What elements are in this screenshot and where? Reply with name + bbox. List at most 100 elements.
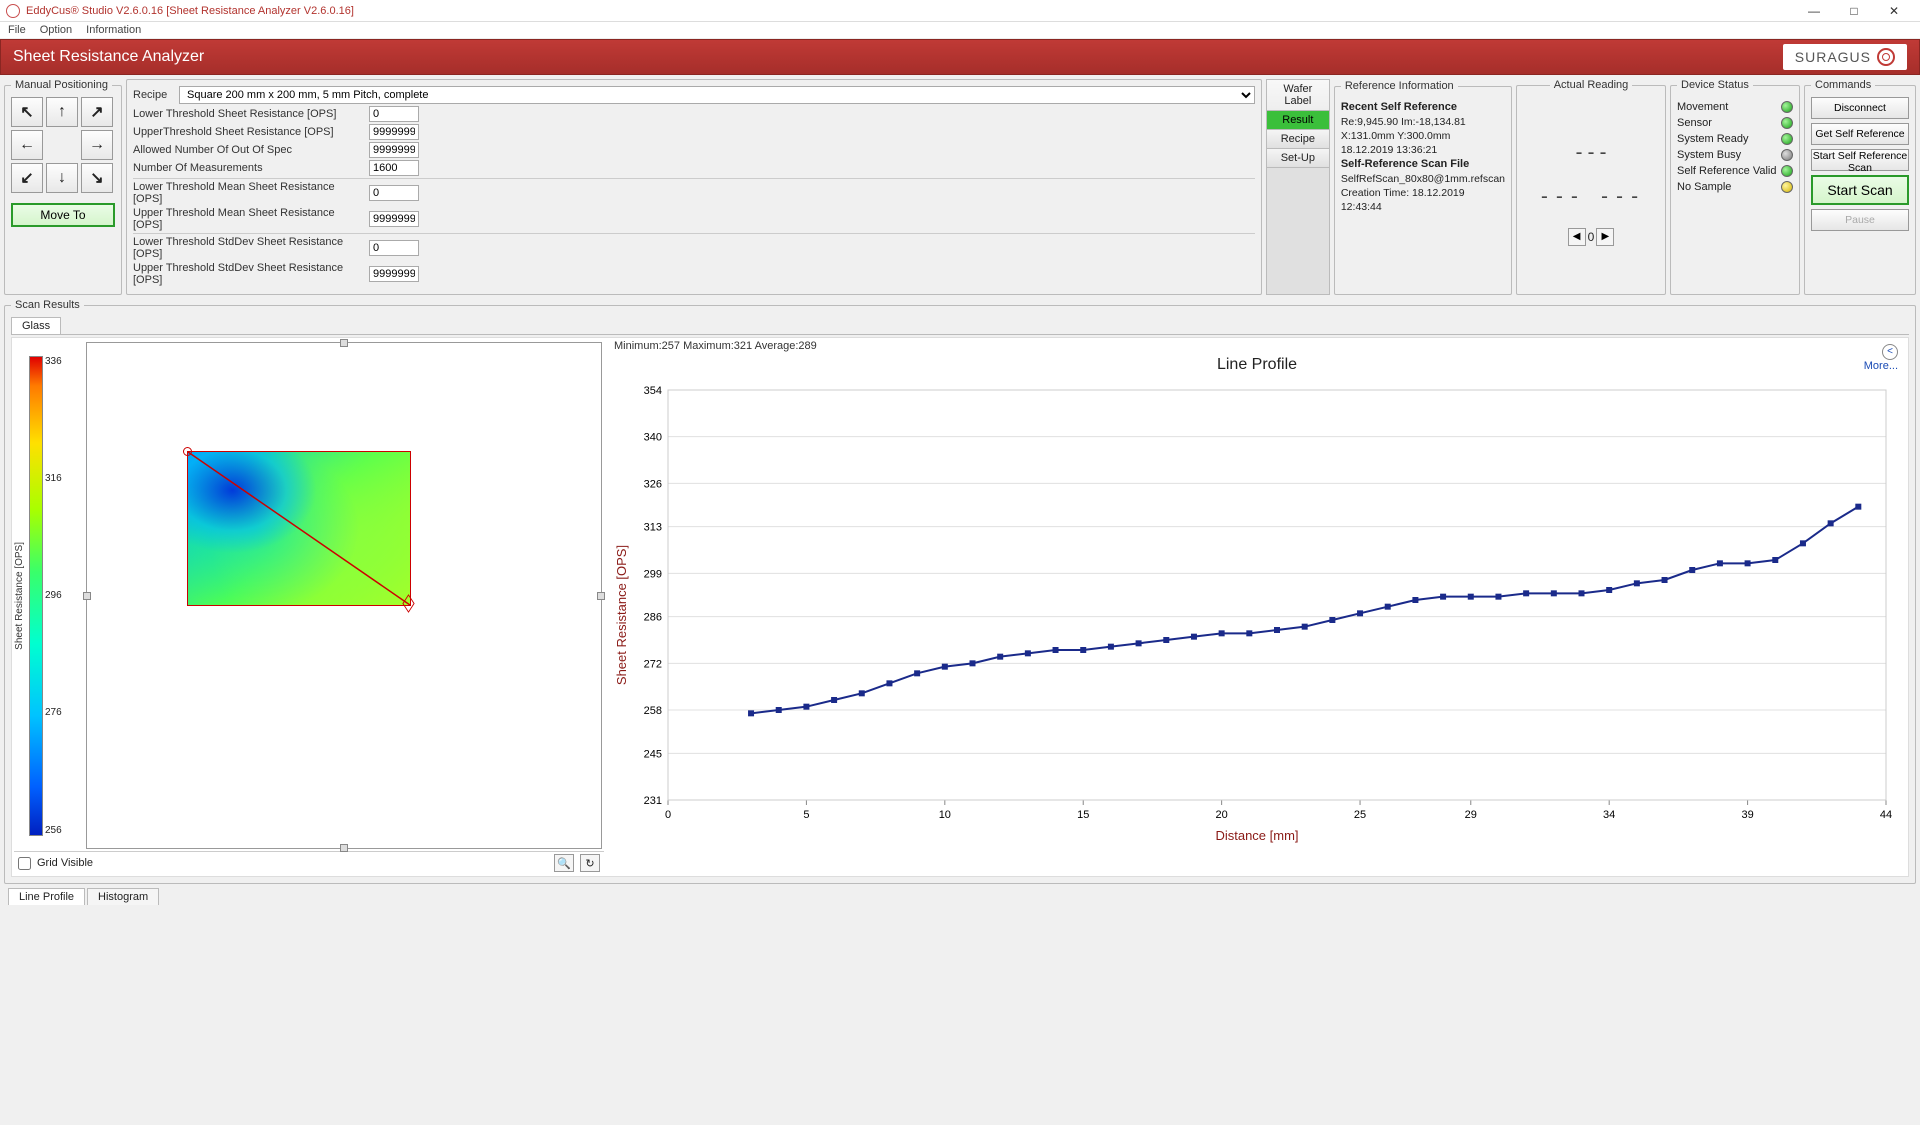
ref-l1: Re:9,945.90 Im:-18,134.81 bbox=[1341, 116, 1466, 128]
recipe-row-value[interactable] bbox=[369, 106, 419, 122]
device-status-label: Self Reference Valid bbox=[1677, 165, 1776, 177]
move-s-button[interactable]: ↓ bbox=[46, 163, 78, 193]
svg-text:354: 354 bbox=[644, 385, 662, 397]
recipe-row-label: Number Of Measurements bbox=[133, 162, 363, 174]
move-e-button[interactable]: → bbox=[81, 130, 113, 160]
recipe-row-label: Upper Threshold Mean Sheet Resistance [O… bbox=[133, 207, 363, 231]
device-status-label: System Ready bbox=[1677, 133, 1749, 145]
recipe-select[interactable]: Square 200 mm x 200 mm, 5 mm Pitch, comp… bbox=[179, 86, 1255, 104]
wafer-tabs: Wafer Label Result Recipe Set-Up bbox=[1266, 79, 1330, 295]
more-icon: < bbox=[1882, 344, 1898, 360]
get-self-reference-button[interactable]: Get Self Reference bbox=[1811, 123, 1909, 145]
svg-text:245: 245 bbox=[644, 748, 662, 760]
actual-legend: Actual Reading bbox=[1550, 79, 1633, 91]
stats-line: Minimum:257 Maximum:321 Average:289 bbox=[614, 340, 1906, 352]
profile-start-marker-icon[interactable] bbox=[183, 447, 192, 456]
tab-line-profile[interactable]: Line Profile bbox=[8, 888, 85, 905]
grid-visible-checkbox[interactable] bbox=[18, 857, 31, 870]
recipe-row-label: Lower Threshold Mean Sheet Resistance [O… bbox=[133, 181, 363, 205]
tab-glass[interactable]: Glass bbox=[11, 317, 61, 334]
recipe-row-value[interactable] bbox=[369, 185, 419, 201]
commands-legend: Commands bbox=[1811, 79, 1875, 91]
scan-results-legend: Scan Results bbox=[11, 299, 84, 311]
heatmap-image bbox=[187, 451, 411, 606]
recipe-row-label: Allowed Number Of Out Of Spec bbox=[133, 144, 363, 156]
recipe-row-value[interactable] bbox=[369, 160, 419, 176]
heatmap-plot[interactable] bbox=[86, 342, 602, 849]
svg-text:44: 44 bbox=[1880, 809, 1892, 821]
device-status-label: No Sample bbox=[1677, 181, 1731, 193]
svg-text:39: 39 bbox=[1741, 809, 1753, 821]
actual-reading-group: Actual Reading --- --- --- ◀ 0 ▶ bbox=[1516, 79, 1666, 295]
recipe-row-value[interactable] bbox=[369, 142, 419, 158]
svg-text:15: 15 bbox=[1077, 809, 1089, 821]
app-icon bbox=[6, 4, 20, 18]
wafer-tab-setup[interactable]: Set-Up bbox=[1267, 149, 1329, 168]
wafer-tab-recipe[interactable]: Recipe bbox=[1267, 130, 1329, 149]
tab-histogram[interactable]: Histogram bbox=[87, 888, 159, 905]
svg-text:286: 286 bbox=[644, 612, 662, 624]
more-label: More... bbox=[1864, 360, 1898, 372]
maximize-button[interactable]: □ bbox=[1834, 1, 1874, 21]
step-next-button[interactable]: ▶ bbox=[1596, 228, 1614, 246]
app-banner: Sheet Resistance Analyzer SURAGUS bbox=[0, 39, 1920, 75]
plot-handle-left[interactable] bbox=[83, 592, 91, 600]
ref-l2: X:131.0mm Y:300.0mm bbox=[1341, 130, 1451, 142]
line-profile-chart[interactable]: 2312452582722862993133263403540510152025… bbox=[608, 380, 1906, 850]
recipe-row-value[interactable] bbox=[369, 124, 419, 140]
status-led-icon bbox=[1781, 149, 1793, 161]
device-status-group: Device Status MovementSensorSystem Ready… bbox=[1670, 79, 1800, 295]
svg-text:29: 29 bbox=[1465, 809, 1477, 821]
recipe-row-value[interactable] bbox=[369, 211, 419, 227]
recipe-row-value[interactable] bbox=[369, 240, 419, 256]
move-n-button[interactable]: ↑ bbox=[46, 97, 78, 127]
move-se-button[interactable]: ↘ bbox=[81, 163, 113, 193]
line-profile-pane: Minimum:257 Maximum:321 Average:289 < Mo… bbox=[608, 340, 1906, 874]
svg-text:5: 5 bbox=[803, 809, 809, 821]
refresh-icon[interactable]: ↻ bbox=[580, 854, 600, 872]
window-title: EddyCus® Studio V2.6.0.16 [Sheet Resista… bbox=[26, 5, 1794, 17]
colorbar-tick: 276 bbox=[45, 707, 62, 718]
more-link[interactable]: < More... bbox=[1864, 344, 1898, 372]
move-sw-button[interactable]: ↙ bbox=[11, 163, 43, 193]
svg-text:299: 299 bbox=[644, 568, 662, 580]
move-ne-button[interactable]: ↗ bbox=[81, 97, 113, 127]
zoom-icon[interactable]: 🔍 bbox=[554, 854, 574, 872]
plot-handle-bottom[interactable] bbox=[340, 844, 348, 852]
chart-title: Line Profile bbox=[608, 356, 1906, 374]
svg-text:0: 0 bbox=[665, 809, 671, 821]
reference-info-group: Reference Information Recent Self Refere… bbox=[1334, 79, 1512, 295]
manual-positioning-group: Manual Positioning ↖ ↑ ↗ ← → ↙ ↓ ↘ Move … bbox=[4, 79, 122, 295]
move-nw-button[interactable]: ↖ bbox=[11, 97, 43, 127]
recipe-row-value[interactable] bbox=[369, 266, 419, 282]
svg-text:10: 10 bbox=[939, 809, 951, 821]
plot-handle-right[interactable] bbox=[597, 592, 605, 600]
recipe-row-label: UpperThreshold Sheet Resistance [OPS] bbox=[133, 126, 363, 138]
wafer-tab-result[interactable]: Result bbox=[1267, 111, 1329, 130]
colorbar bbox=[29, 356, 43, 836]
colorbar-axis-label: Sheet Resistance [OPS] bbox=[14, 542, 25, 650]
ref-l5: Creation Time: 18.12.2019 12:43:44 bbox=[1341, 187, 1465, 213]
menu-file[interactable]: File bbox=[8, 24, 26, 36]
move-to-button[interactable]: Move To bbox=[11, 203, 115, 227]
colorbar-tick: 316 bbox=[45, 473, 62, 484]
profile-line[interactable] bbox=[188, 452, 410, 605]
step-prev-button[interactable]: ◀ bbox=[1568, 228, 1586, 246]
menu-information[interactable]: Information bbox=[86, 24, 141, 36]
start-self-reference-scan-button[interactable]: Start Self Reference Scan bbox=[1811, 149, 1909, 171]
move-w-button[interactable]: ← bbox=[11, 130, 43, 160]
colorbar-tick: 256 bbox=[45, 825, 62, 836]
status-led-icon bbox=[1781, 133, 1793, 145]
device-status-label: Movement bbox=[1677, 101, 1728, 113]
start-scan-button[interactable]: Start Scan bbox=[1811, 175, 1909, 205]
ref-h1: Recent Self Reference bbox=[1341, 101, 1457, 113]
disconnect-button[interactable]: Disconnect bbox=[1811, 97, 1909, 119]
banner-title: Sheet Resistance Analyzer bbox=[13, 48, 204, 66]
pause-button[interactable]: Pause bbox=[1811, 209, 1909, 231]
wafer-label-header: Wafer Label bbox=[1267, 80, 1329, 111]
close-button[interactable]: ✕ bbox=[1874, 1, 1914, 21]
menu-option[interactable]: Option bbox=[40, 24, 72, 36]
minimize-button[interactable]: — bbox=[1794, 1, 1834, 21]
plot-handle-top[interactable] bbox=[340, 339, 348, 347]
reference-legend: Reference Information bbox=[1341, 79, 1458, 94]
